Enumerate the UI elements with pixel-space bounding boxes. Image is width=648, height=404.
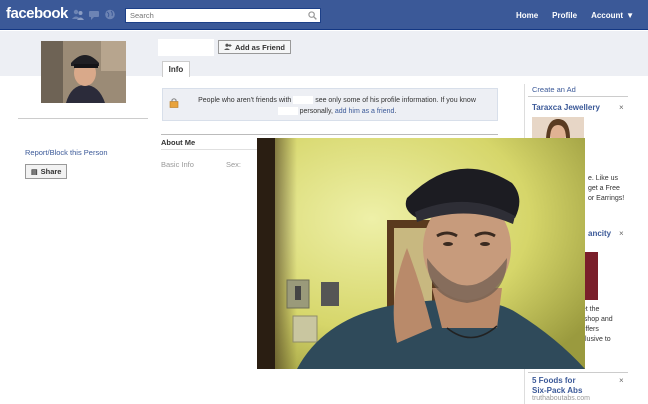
ads-divider xyxy=(528,96,628,97)
create-ad-link[interactable]: Create an Ad xyxy=(532,85,576,94)
add-friend-label: Add as Friend xyxy=(235,42,286,52)
profile-picture[interactable] xyxy=(41,41,126,103)
ad3-close-icon[interactable]: × xyxy=(619,376,624,385)
ad1-close-icon[interactable]: × xyxy=(619,103,624,112)
notifications-globe-icon[interactable] xyxy=(104,9,116,20)
ads-divider xyxy=(528,372,628,373)
overlay-selfie-graphic xyxy=(257,138,585,369)
facebook-logo[interactable]: facebook xyxy=(6,5,68,22)
basic-info-label: Basic Info xyxy=(161,160,194,169)
notice-text-2: see only some of his profile information… xyxy=(315,97,476,104)
notification-jewels xyxy=(72,9,116,20)
profile-photo-graphic xyxy=(41,41,126,103)
top-nav: Home Profile Account ▼ xyxy=(516,11,634,20)
privacy-notice: People who aren't friends with see only … xyxy=(162,88,498,121)
name-redaction xyxy=(293,96,314,105)
overlay-photo xyxy=(257,138,585,369)
lock-icon xyxy=(169,98,179,108)
ad1-image[interactable] xyxy=(532,117,584,139)
nav-account-label: Account xyxy=(591,11,624,20)
name-redaction xyxy=(277,107,298,116)
ad1-text-line: e. Like us xyxy=(588,175,618,182)
share-label: Share xyxy=(40,167,62,176)
caret-down-icon: ▼ xyxy=(626,11,634,20)
left-divider xyxy=(18,118,148,119)
search-input[interactable] xyxy=(126,9,304,22)
ad1-text-line: get a Free xyxy=(588,185,620,192)
share-button[interactable]: ▤ Share xyxy=(25,164,68,179)
add-him-as-friend-link[interactable]: add him as a friend xyxy=(335,108,395,115)
nav-home[interactable]: Home xyxy=(516,11,538,20)
nav-profile[interactable]: Profile xyxy=(552,11,577,20)
ad1-text: e. Like us get a Free or Earrings! xyxy=(588,174,624,204)
friend-requests-icon[interactable] xyxy=(72,9,84,20)
about-divider xyxy=(161,134,498,135)
ad1-text-line: or Earrings! xyxy=(588,195,625,202)
notice-end: . xyxy=(394,108,397,115)
ad1-title[interactable]: Taraxca Jewellery xyxy=(532,103,600,112)
ad2-close-icon[interactable]: × xyxy=(619,229,624,238)
messages-icon[interactable] xyxy=(88,9,100,20)
ad3-title-line: 5 Foods for xyxy=(532,376,576,385)
ad2-title[interactable]: ancity xyxy=(588,229,611,238)
ad3-title[interactable]: 5 Foods for Six-Pack Abs xyxy=(532,376,582,396)
ad1-photo xyxy=(532,117,584,139)
search-box xyxy=(125,8,321,23)
ad3-url: truthaboutabs.com xyxy=(532,395,590,402)
add-friend-icon xyxy=(224,43,232,50)
notice-text-3: personally, xyxy=(299,108,333,115)
search-icon[interactable] xyxy=(308,11,317,20)
add-friend-button[interactable]: Add as Friend xyxy=(218,40,292,54)
nav-account[interactable]: Account ▼ xyxy=(591,11,634,20)
profile-name-redacted xyxy=(158,39,214,56)
report-block-link[interactable]: Report/Block this Person xyxy=(25,148,108,157)
about-me-heading: About Me xyxy=(161,138,196,147)
sex-label: Sex: xyxy=(226,160,242,169)
notice-text-1: People who aren't friends with xyxy=(198,97,292,104)
tab-info[interactable]: Info xyxy=(162,61,190,77)
share-icon: ▤ xyxy=(31,168,38,176)
about-subdivider xyxy=(161,149,261,150)
top-bar: facebook Home Profile Account▼ xyxy=(0,0,648,30)
ad2-image[interactable] xyxy=(583,252,598,300)
